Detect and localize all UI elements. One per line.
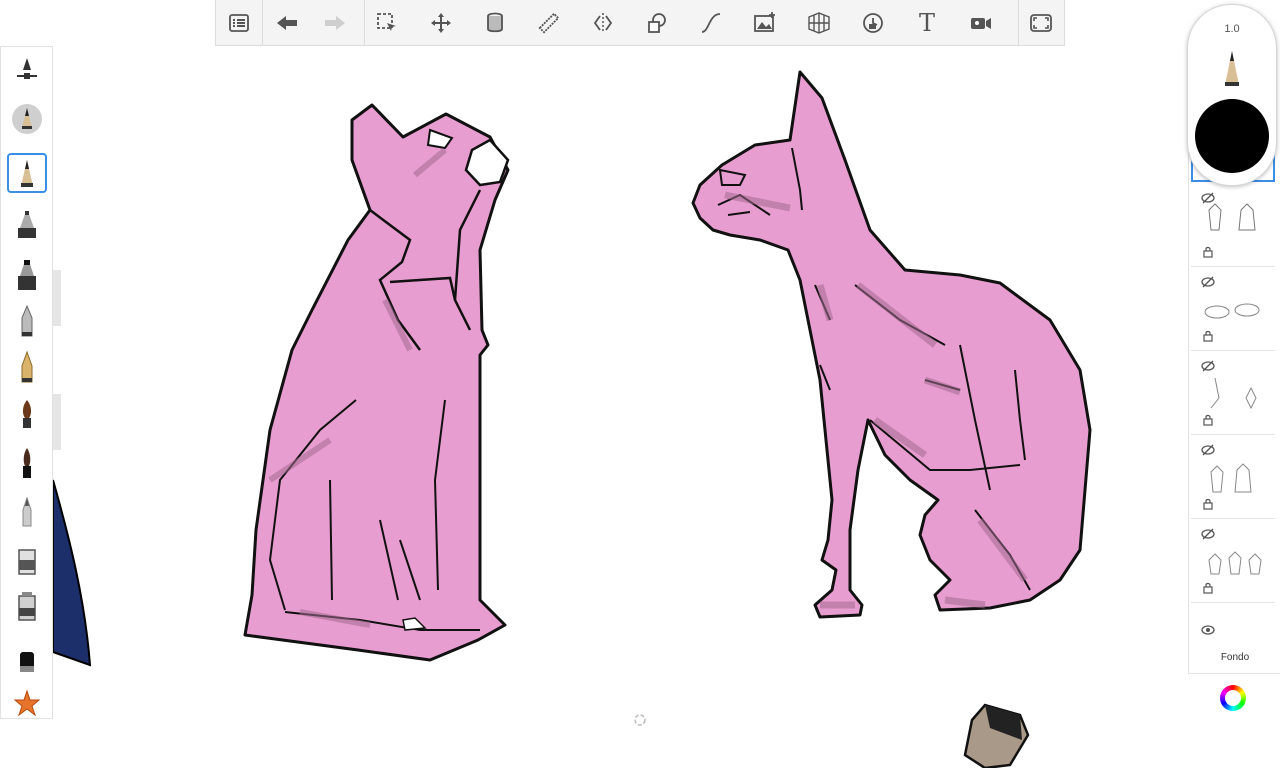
blue-shape bbox=[52, 479, 92, 667]
ruler-icon[interactable] bbox=[532, 6, 566, 40]
perspective-grid-icon[interactable] bbox=[802, 6, 836, 40]
image-icon[interactable] bbox=[748, 6, 782, 40]
top-toolbar: T bbox=[215, 0, 1065, 46]
lock-icon[interactable] bbox=[1203, 330, 1213, 342]
pencil-round-icon[interactable] bbox=[7, 99, 47, 139]
star-icon[interactable] bbox=[7, 683, 47, 723]
eye-icon[interactable] bbox=[1201, 624, 1215, 636]
eraser-hard-icon[interactable] bbox=[7, 587, 47, 627]
marker-cursor bbox=[963, 703, 1030, 768]
curve-icon[interactable] bbox=[694, 6, 728, 40]
smudge-icon[interactable] bbox=[7, 491, 47, 531]
lock-icon[interactable] bbox=[1203, 498, 1213, 510]
current-color-swatch[interactable] bbox=[1195, 99, 1269, 173]
ballpoint-icon[interactable] bbox=[7, 301, 47, 341]
eraser-icon[interactable] bbox=[7, 541, 47, 581]
shapes-icon[interactable] bbox=[640, 6, 674, 40]
panel-handle-bottom[interactable] bbox=[53, 394, 61, 450]
list-icon[interactable] bbox=[222, 6, 256, 40]
brush-puck[interactable]: 1.0 bbox=[1187, 4, 1277, 186]
background-layer[interactable]: Fondo bbox=[1191, 606, 1275, 668]
layers-panel: Fondo bbox=[1188, 152, 1280, 719]
background-layer-label: Fondo bbox=[1220, 652, 1250, 663]
paint-bucket-icon[interactable] bbox=[478, 6, 512, 40]
loading-icon bbox=[634, 714, 646, 726]
brush-settings-icon[interactable] bbox=[7, 49, 47, 89]
layer-item[interactable] bbox=[1191, 186, 1275, 267]
text-tool-label: T bbox=[918, 9, 935, 37]
pencil-icon[interactable] bbox=[7, 153, 47, 193]
color-wheel-icon[interactable] bbox=[1220, 685, 1246, 711]
pencil-icon bbox=[1225, 51, 1239, 86]
solid-brush-icon[interactable] bbox=[7, 639, 47, 679]
paint-brush-icon[interactable] bbox=[7, 395, 47, 435]
video-icon[interactable] bbox=[964, 6, 998, 40]
lock-icon[interactable] bbox=[1203, 414, 1213, 426]
panel-handle-top[interactable] bbox=[53, 270, 61, 326]
timelapse-icon[interactable] bbox=[856, 6, 890, 40]
drawing-canvas[interactable] bbox=[0, 0, 1280, 768]
right-cat bbox=[691, 70, 1092, 619]
redo-arrow-icon[interactable] bbox=[318, 6, 352, 40]
undo-arrow-icon[interactable] bbox=[270, 6, 304, 40]
airbrush-icon[interactable] bbox=[7, 205, 47, 245]
brush-size-value: 1.0 bbox=[1224, 23, 1240, 35]
color-editor-box bbox=[1188, 673, 1280, 720]
move-icon[interactable] bbox=[424, 6, 458, 40]
lock-icon[interactable] bbox=[1203, 582, 1213, 594]
layer-item[interactable] bbox=[1191, 354, 1275, 435]
symmetry-icon[interactable] bbox=[586, 6, 620, 40]
layer-item[interactable] bbox=[1191, 438, 1275, 519]
selection-icon[interactable] bbox=[370, 6, 404, 40]
fullscreen-icon[interactable] bbox=[1024, 6, 1058, 40]
fountain-pen-icon[interactable] bbox=[7, 347, 47, 387]
text-icon[interactable]: T bbox=[910, 6, 944, 40]
layer-item[interactable] bbox=[1191, 270, 1275, 351]
ink-brush-icon[interactable] bbox=[7, 443, 47, 483]
marker-icon[interactable] bbox=[7, 255, 47, 295]
left-cat bbox=[243, 103, 510, 662]
brush-panel bbox=[0, 46, 53, 719]
lock-icon[interactable] bbox=[1203, 246, 1213, 258]
layer-item[interactable] bbox=[1191, 522, 1275, 603]
